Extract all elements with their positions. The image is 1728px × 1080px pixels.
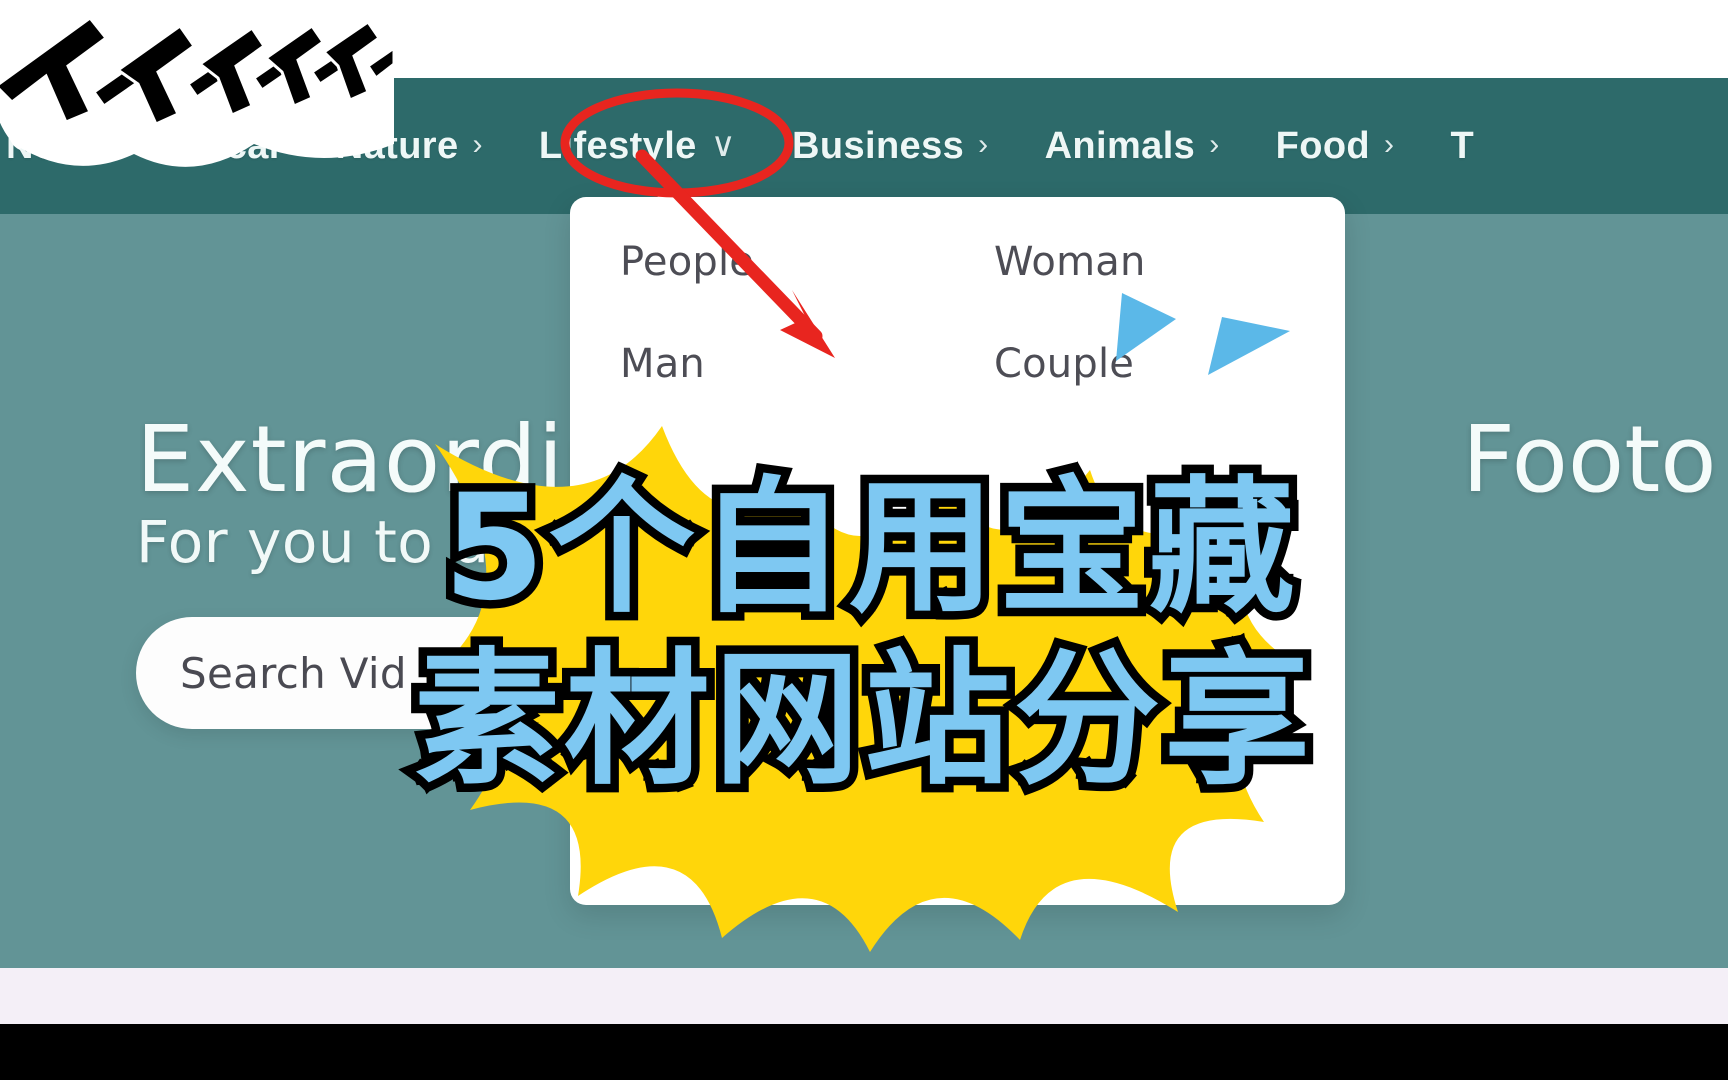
nav-item-lifestyle[interactable]: Lifestyle ∨ (511, 125, 764, 168)
nav-item-label: Food (1275, 124, 1371, 167)
search-placeholder: Search Vid (180, 648, 407, 698)
navbar-items: New Vertical Nature › Lifestyle ∨ Busine… (0, 125, 1706, 168)
hero-title-secondary: Footo (1462, 406, 1717, 513)
nav-item-label: T (1450, 124, 1475, 167)
nav-item-truncated[interactable]: T (1422, 125, 1502, 168)
nav-item-label: Nature (335, 124, 459, 167)
nav-item-new[interactable]: New (0, 125, 113, 168)
nav-item-label: Vertical (141, 124, 280, 167)
dropdown-column-left: People Man (620, 239, 754, 387)
dropdown-item-man[interactable]: Man (620, 341, 754, 387)
nav-item-label: Animals (1044, 124, 1196, 167)
nav-item-label: Business (792, 124, 965, 167)
dropdown-item-woman[interactable]: Woman (994, 239, 1146, 285)
nav-item-label: Lifestyle (538, 124, 697, 167)
nav-item-nature[interactable]: Nature › (308, 125, 511, 168)
category-navbar: New Vertical Nature › Lifestyle ∨ Busine… (0, 78, 1728, 214)
chevron-right-icon: › (1209, 128, 1220, 161)
chevron-right-icon: › (978, 128, 989, 161)
chevron-right-icon: › (1384, 128, 1395, 161)
hero-title: Extraordin (136, 406, 624, 513)
chevron-down-icon: ∨ (710, 126, 736, 164)
letterbox-bottom (0, 1024, 1728, 1080)
dropdown-item-people[interactable]: People (620, 239, 754, 285)
chevron-right-icon: › (472, 128, 483, 161)
nav-item-label: New (6, 124, 86, 167)
nav-item-vertical[interactable]: Vertical (113, 125, 307, 168)
nav-item-food[interactable]: Food › (1248, 125, 1423, 168)
nav-item-animals[interactable]: Animals › (1017, 125, 1248, 168)
page-top-whitespace (0, 0, 1728, 80)
dropdown-item-couple[interactable]: Couple (994, 341, 1146, 387)
dropdown-column-right: Woman Couple (994, 239, 1146, 387)
screenshot-stage: New Vertical Nature › Lifestyle ∨ Busine… (0, 0, 1728, 1080)
page-bottom-strip (0, 968, 1728, 1024)
hero-subtitle: For you to us (136, 508, 521, 576)
nav-item-business[interactable]: Business › (764, 125, 1017, 168)
lifestyle-dropdown-panel: People Man Woman Couple (570, 197, 1345, 905)
